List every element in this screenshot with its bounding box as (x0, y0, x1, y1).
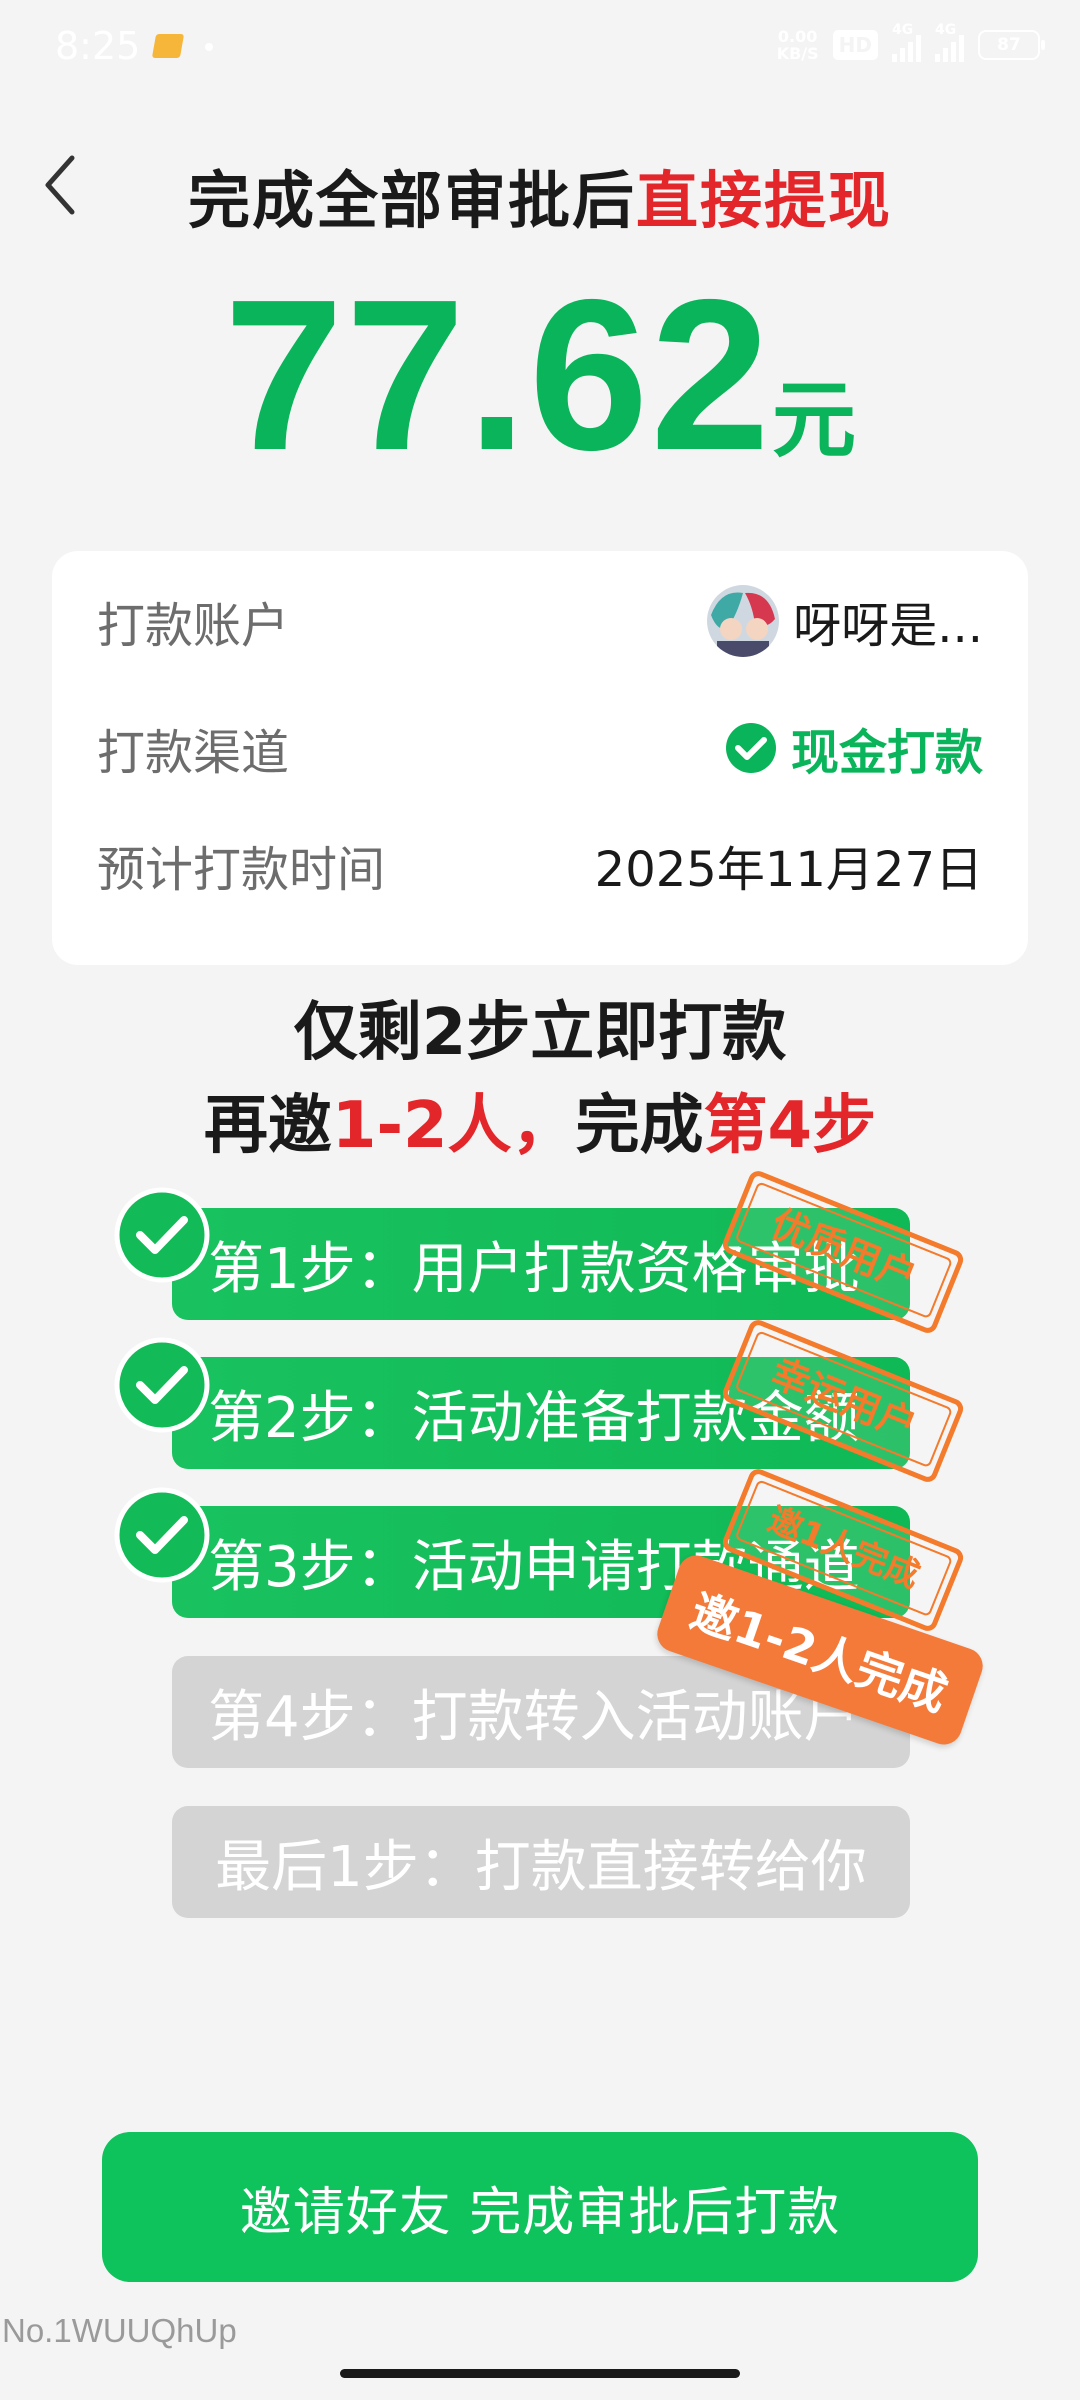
progress-sub-highlight-1: 1-2人， (331, 1089, 576, 1163)
net-speed-unit: KB/S (776, 44, 819, 63)
account-name: 呀呀是... (793, 598, 983, 654)
signal-icon: 4G (892, 22, 921, 62)
notification-dot-icon (205, 43, 213, 51)
channel-row: 打款渠道 现金打款 (97, 708, 983, 788)
hd-icon: HD (832, 30, 878, 60)
step-5-bar: 最后1步：打款直接转给你 (172, 1806, 910, 1918)
battery-icon: 87 (978, 30, 1045, 60)
account-row: 打款账户 呀呀是... (97, 581, 983, 661)
amount-unit: 元 (772, 373, 857, 467)
step-2-check-icon (114, 1337, 210, 1433)
payment-info-card: 打款账户 呀呀是... 打款渠道 现金打款 预计打款时间 2025年11月27日 (52, 551, 1028, 965)
channel-value: 现金打款 (790, 725, 983, 781)
payout-time-value: 2025年11月27日 (594, 842, 983, 898)
page-title: 完成全部审批后直接提现 (0, 150, 1080, 240)
channel-value-group: 现金打款 (725, 713, 983, 783)
channel-label: 打款渠道 (97, 725, 290, 781)
progress-sub-text-1: 再邀 (203, 1089, 332, 1163)
check-circle-icon (725, 723, 776, 773)
signal-2-type-label: 4G (935, 22, 957, 38)
step-1-check-icon (114, 1187, 210, 1283)
avatar (707, 585, 780, 657)
net-speed: 0.00 KB/S (777, 28, 819, 62)
status-time: 8:25 (55, 24, 141, 68)
title-highlight: 直接提现 (636, 164, 893, 237)
account-value-group: 呀呀是... (707, 585, 983, 657)
signal-2-icon: 4G (935, 22, 964, 62)
signal-type-label: 4G (892, 22, 914, 38)
progress-sub-highlight-2: 第4步 (703, 1089, 877, 1163)
progress-title: 仅剩2步立即打款 (293, 996, 787, 1070)
footer-code: No.1WUUQhUp (2, 2312, 237, 2349)
status-bar: 8:25 0.00 KB/S HD 4G 4G 87 (0, 0, 1080, 96)
battery-level: 87 (997, 35, 1021, 55)
amount-value: 77.62 (223, 254, 772, 495)
amount-display: 77.62元 (0, 267, 1080, 482)
status-indicators: 0.00 KB/S HD 4G 4G 87 (777, 22, 1045, 62)
progress-sub-text-2: 完成 (575, 1089, 704, 1163)
payout-time-label: 预计打款时间 (97, 842, 386, 898)
account-label: 打款账户 (97, 598, 290, 654)
home-indicator[interactable] (340, 2369, 740, 2378)
net-speed-value: 0.00 (777, 27, 818, 46)
step-5-label: 最后1步：打款直接转给你 (215, 1834, 867, 1900)
invite-friends-button[interactable]: 邀请好友 完成审批后打款 (102, 2132, 978, 2282)
payout-time-row: 预计打款时间 2025年11月27日 (97, 825, 983, 905)
progress-subtitle: 再邀1-2人，完成第4步 (0, 1083, 1080, 1169)
notification-icon (151, 34, 185, 58)
step-3-check-icon (114, 1487, 210, 1583)
step-4-label: 第4步：打款转入活动账户 (208, 1684, 860, 1750)
title-text: 完成全部审批后 (187, 164, 636, 237)
